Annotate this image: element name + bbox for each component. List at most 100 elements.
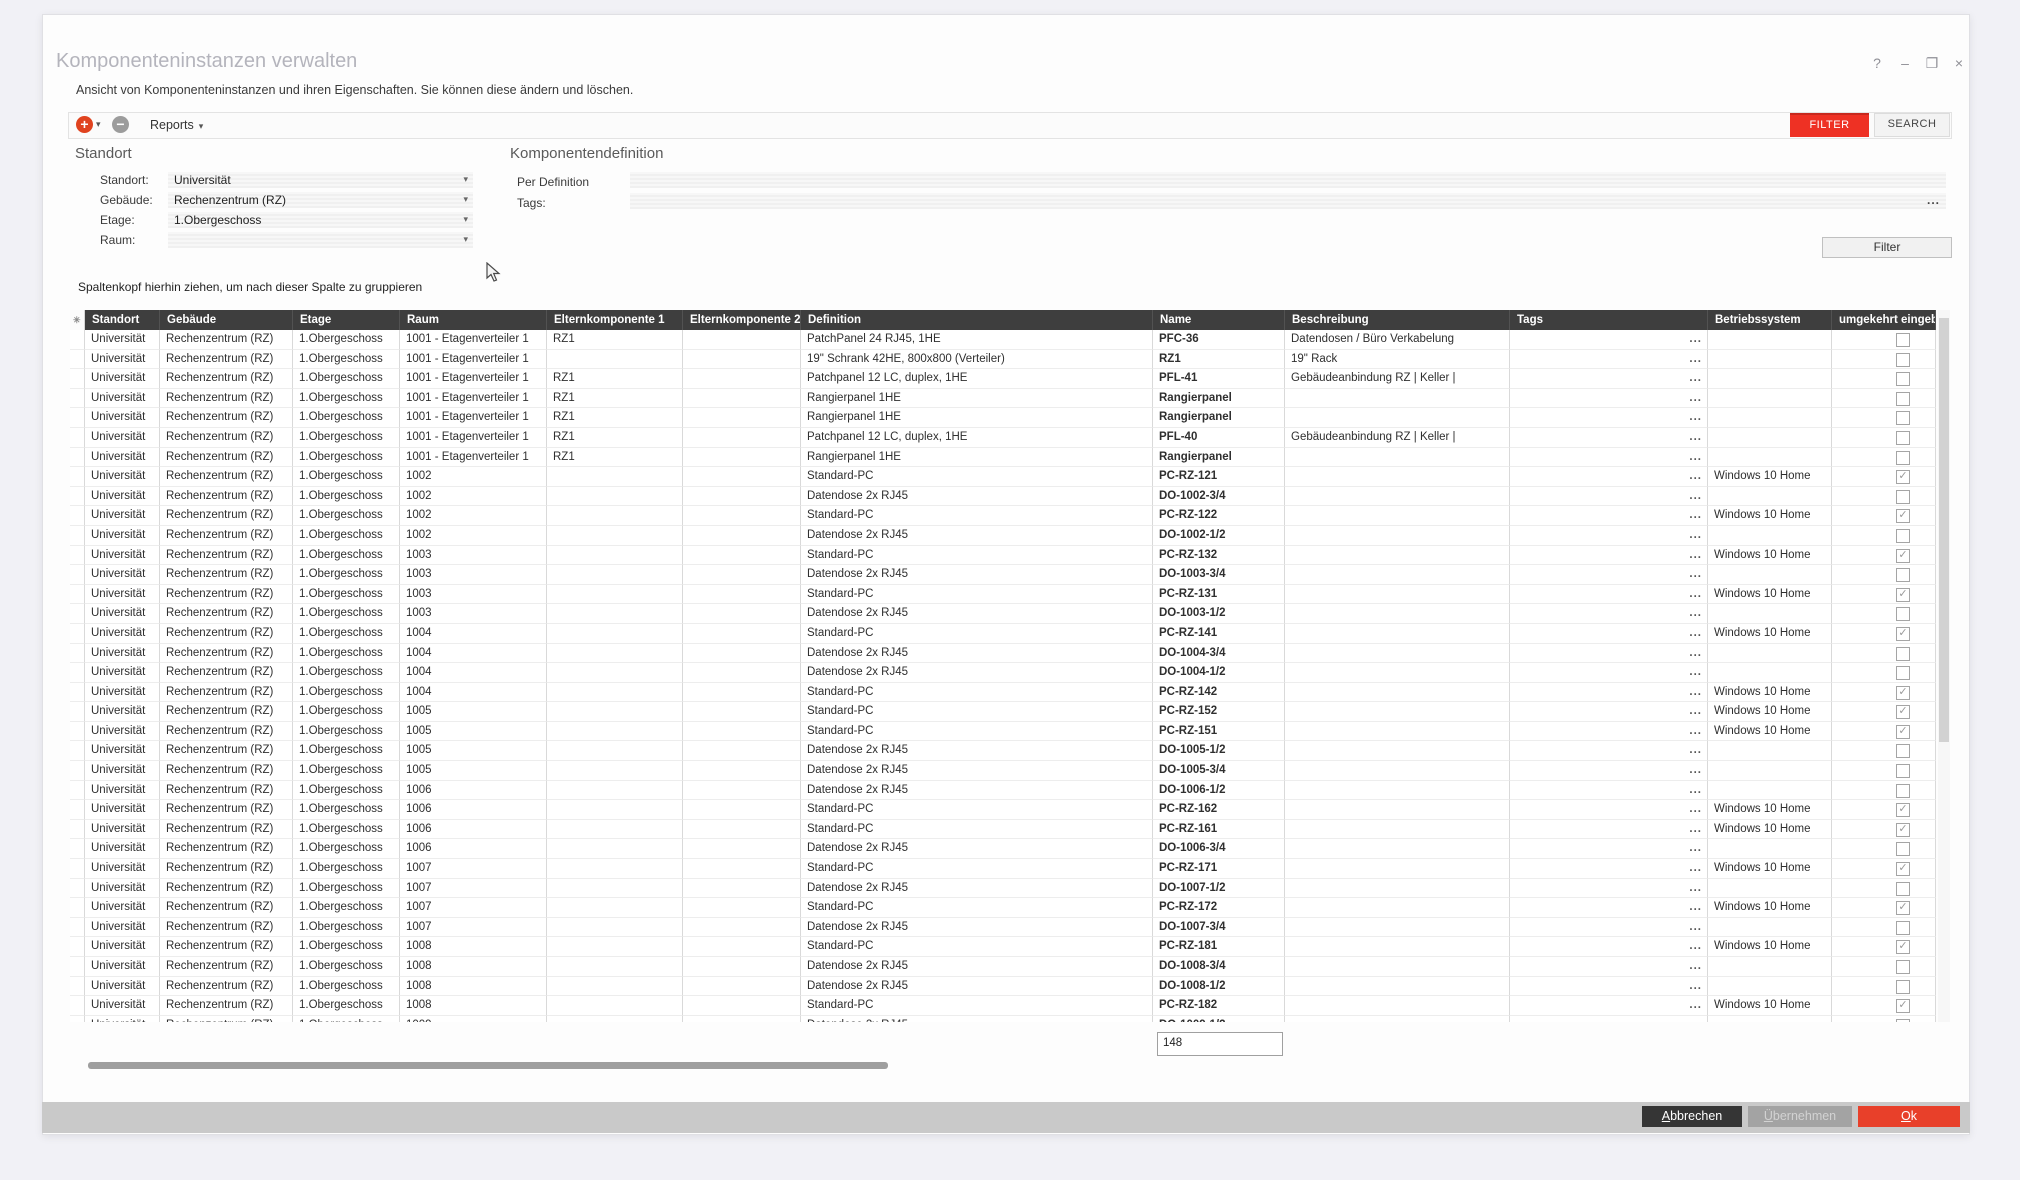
- umgekehrt-checkbox[interactable]: [1896, 490, 1910, 504]
- filter-tab-button[interactable]: FILTER: [1790, 113, 1869, 137]
- filter-field-dropdown[interactable]: ▾: [168, 232, 473, 248]
- minimize-icon[interactable]: –: [1894, 55, 1916, 71]
- column-header-beschreibung[interactable]: Beschreibung: [1285, 310, 1510, 330]
- column-header-gebaeude[interactable]: Gebäude: [160, 310, 293, 330]
- tags-ellipsis-button[interactable]: ...: [1689, 918, 1702, 937]
- umgekehrt-checkbox[interactable]: [1896, 451, 1910, 465]
- reports-menu[interactable]: Reports▾: [150, 118, 203, 132]
- table-row[interactable]: UniversitätRechenzentrum (RZ)1.Obergesch…: [70, 781, 1936, 801]
- tags-ellipsis-button[interactable]: ...: [1689, 350, 1702, 369]
- umgekehrt-checkbox[interactable]: [1896, 744, 1910, 758]
- table-row[interactable]: UniversitätRechenzentrum (RZ)1.Obergesch…: [70, 565, 1936, 585]
- table-row[interactable]: UniversitätRechenzentrum (RZ)1.Obergesch…: [70, 448, 1936, 468]
- umgekehrt-checkbox[interactable]: ✓: [1896, 588, 1910, 602]
- umgekehrt-checkbox[interactable]: ✓: [1896, 686, 1910, 700]
- tags-ellipsis-button[interactable]: ...: [1689, 389, 1702, 408]
- tags-ellipsis-button[interactable]: ...: [1689, 330, 1702, 349]
- tags-input[interactable]: ...: [630, 193, 1946, 209]
- table-row[interactable]: UniversitätRechenzentrum (RZ)1.Obergesch…: [70, 859, 1936, 879]
- umgekehrt-checkbox[interactable]: ✓: [1896, 940, 1910, 954]
- umgekehrt-checkbox[interactable]: [1896, 411, 1910, 425]
- tags-ellipsis-button[interactable]: ...: [1689, 722, 1702, 741]
- table-row[interactable]: UniversitätRechenzentrum (RZ)1.Obergesch…: [70, 918, 1936, 938]
- tags-browse-button[interactable]: ...: [1927, 193, 1940, 207]
- column-header-name[interactable]: Name: [1153, 310, 1285, 330]
- tags-ellipsis-button[interactable]: ...: [1689, 467, 1702, 486]
- column-header-eltern1[interactable]: Elternkomponente 1: [547, 310, 683, 330]
- table-row[interactable]: UniversitätRechenzentrum (RZ)1.Obergesch…: [70, 624, 1936, 644]
- column-header-raum[interactable]: Raum: [400, 310, 547, 330]
- column-header-os[interactable]: Betriebssystem: [1708, 310, 1832, 330]
- ok-button[interactable]: Ok: [1858, 1106, 1960, 1127]
- tags-ellipsis-button[interactable]: ...: [1689, 839, 1702, 858]
- filter-field-dropdown[interactable]: Universität▾: [168, 172, 473, 188]
- tags-ellipsis-button[interactable]: ...: [1689, 996, 1702, 1015]
- apply-button[interactable]: Übernehmen: [1748, 1106, 1852, 1127]
- umgekehrt-checkbox[interactable]: [1896, 666, 1910, 680]
- tags-ellipsis-button[interactable]: ...: [1689, 761, 1702, 780]
- table-row[interactable]: UniversitätRechenzentrum (RZ)1.Obergesch…: [70, 937, 1936, 957]
- help-icon[interactable]: ?: [1866, 55, 1888, 71]
- remove-button[interactable]: −: [112, 116, 129, 133]
- table-row[interactable]: UniversitätRechenzentrum (RZ)1.Obergesch…: [70, 428, 1936, 448]
- tags-ellipsis-button[interactable]: ...: [1689, 663, 1702, 682]
- record-count-box[interactable]: 148: [1157, 1032, 1283, 1056]
- tags-ellipsis-button[interactable]: ...: [1689, 898, 1702, 917]
- column-header-etage[interactable]: Etage: [293, 310, 400, 330]
- table-row[interactable]: UniversitätRechenzentrum (RZ)1.Obergesch…: [70, 585, 1936, 605]
- cancel-button[interactable]: Abbrechen: [1642, 1106, 1742, 1127]
- tags-ellipsis-button[interactable]: ...: [1689, 565, 1702, 584]
- tags-ellipsis-button[interactable]: ...: [1689, 781, 1702, 800]
- table-row[interactable]: UniversitätRechenzentrum (RZ)1.Obergesch…: [70, 330, 1936, 350]
- umgekehrt-checkbox[interactable]: [1896, 764, 1910, 778]
- umgekehrt-checkbox[interactable]: [1896, 960, 1910, 974]
- table-row[interactable]: UniversitätRechenzentrum (RZ)1.Obergesch…: [70, 741, 1936, 761]
- table-row[interactable]: UniversitätRechenzentrum (RZ)1.Obergesch…: [70, 369, 1936, 389]
- table-row[interactable]: UniversitätRechenzentrum (RZ)1.Obergesch…: [70, 350, 1936, 370]
- tags-ellipsis-button[interactable]: ...: [1689, 585, 1702, 604]
- umgekehrt-checkbox[interactable]: ✓: [1896, 725, 1910, 739]
- tags-ellipsis-button[interactable]: ...: [1689, 702, 1702, 721]
- umgekehrt-checkbox[interactable]: ✓: [1896, 862, 1910, 876]
- close-icon[interactable]: ×: [1948, 55, 1970, 71]
- filter-field-dropdown[interactable]: Rechenzentrum (RZ)▾: [168, 192, 473, 208]
- tags-ellipsis-button[interactable]: ...: [1689, 644, 1702, 663]
- tags-ellipsis-button[interactable]: ...: [1689, 683, 1702, 702]
- table-row[interactable]: UniversitätRechenzentrum (RZ)1.Obergesch…: [70, 820, 1936, 840]
- table-row[interactable]: UniversitätRechenzentrum (RZ)1.Obergesch…: [70, 683, 1936, 703]
- umgekehrt-checkbox[interactable]: [1896, 882, 1910, 896]
- tags-ellipsis-button[interactable]: ...: [1689, 741, 1702, 760]
- table-row[interactable]: UniversitätRechenzentrum (RZ)1.Obergesch…: [70, 722, 1936, 742]
- umgekehrt-checkbox[interactable]: [1896, 392, 1910, 406]
- tags-ellipsis-button[interactable]: ...: [1689, 879, 1702, 898]
- table-row[interactable]: UniversitätRechenzentrum (RZ)1.Obergesch…: [70, 604, 1936, 624]
- column-header-eltern2[interactable]: Elternkomponente 2: [683, 310, 801, 330]
- table-row[interactable]: UniversitätRechenzentrum (RZ)1.Obergesch…: [70, 467, 1936, 487]
- tags-ellipsis-button[interactable]: ...: [1689, 1016, 1702, 1022]
- umgekehrt-checkbox[interactable]: [1896, 529, 1910, 543]
- table-row[interactable]: UniversitätRechenzentrum (RZ)1.Obergesch…: [70, 408, 1936, 428]
- tags-ellipsis-button[interactable]: ...: [1689, 487, 1702, 506]
- table-row[interactable]: UniversitätRechenzentrum (RZ)1.Obergesch…: [70, 644, 1936, 664]
- per-definition-input[interactable]: [630, 172, 1946, 188]
- umgekehrt-checkbox[interactable]: [1896, 1019, 1910, 1022]
- table-row[interactable]: UniversitätRechenzentrum (RZ)1.Obergesch…: [70, 526, 1936, 546]
- umgekehrt-checkbox[interactable]: [1896, 431, 1910, 445]
- table-row[interactable]: UniversitätRechenzentrum (RZ)1.Obergesch…: [70, 702, 1936, 722]
- umgekehrt-checkbox[interactable]: [1896, 353, 1910, 367]
- umgekehrt-checkbox[interactable]: [1896, 921, 1910, 935]
- tags-ellipsis-button[interactable]: ...: [1689, 859, 1702, 878]
- table-row[interactable]: UniversitätRechenzentrum (RZ)1.Obergesch…: [70, 996, 1936, 1016]
- umgekehrt-checkbox[interactable]: ✓: [1896, 901, 1910, 915]
- umgekehrt-checkbox[interactable]: [1896, 568, 1910, 582]
- table-row[interactable]: UniversitätRechenzentrum (RZ)1.Obergesch…: [70, 800, 1936, 820]
- umgekehrt-checkbox[interactable]: ✓: [1896, 823, 1910, 837]
- umgekehrt-checkbox[interactable]: [1896, 784, 1910, 798]
- umgekehrt-checkbox[interactable]: ✓: [1896, 705, 1910, 719]
- tags-ellipsis-button[interactable]: ...: [1689, 369, 1702, 388]
- table-row[interactable]: UniversitätRechenzentrum (RZ)1.Obergesch…: [70, 977, 1936, 997]
- table-row[interactable]: UniversitätRechenzentrum (RZ)1.Obergesch…: [70, 389, 1936, 409]
- table-row[interactable]: UniversitätRechenzentrum (RZ)1.Obergesch…: [70, 879, 1936, 899]
- umgekehrt-checkbox[interactable]: [1896, 372, 1910, 386]
- add-button[interactable]: +: [76, 116, 93, 133]
